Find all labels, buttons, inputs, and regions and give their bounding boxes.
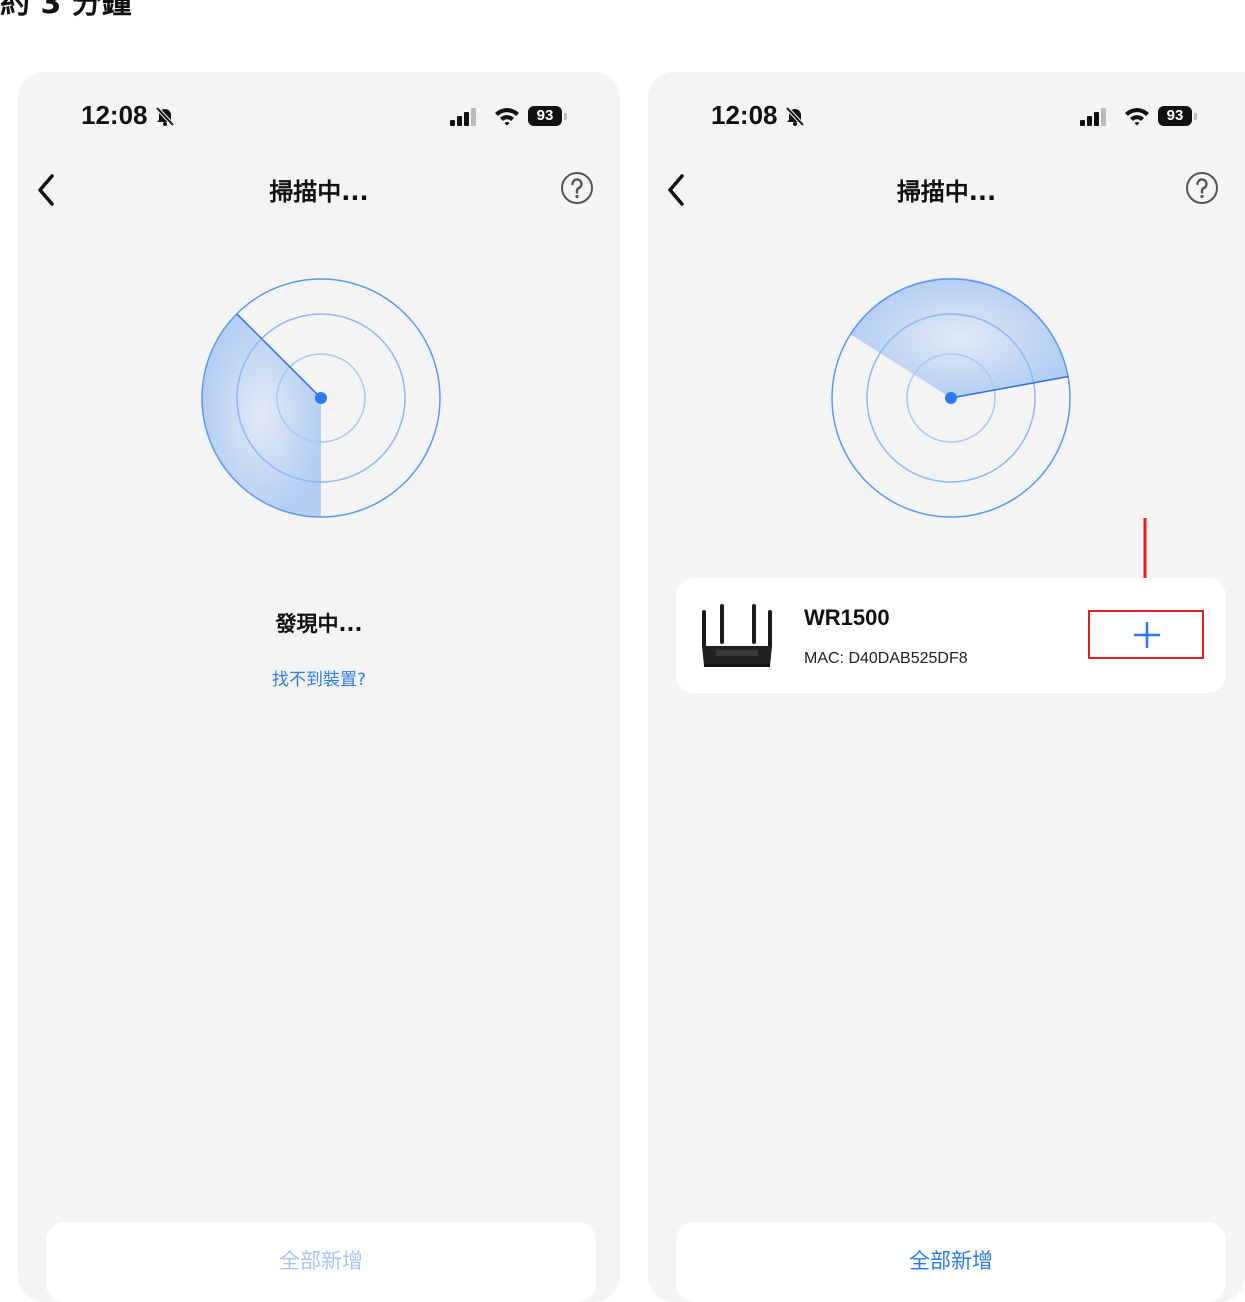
device-found-screen: 12:08 93 掃描中... WR1500 MAC: D40DAB525DF8… (648, 72, 1245, 1302)
page-caption: 約 3 分鐘 (0, 0, 132, 21)
battery-nub (564, 113, 567, 120)
question-circle-icon[interactable] (559, 170, 595, 210)
radar-sweep (202, 314, 321, 517)
status-bar: 12:08 93 (18, 100, 620, 140)
status-time: 12:08 (711, 100, 778, 130)
signal-icon (1080, 108, 1110, 130)
battery-icon: 93 (528, 106, 562, 126)
page-title: 掃描中... (896, 178, 997, 206)
router-icon (702, 604, 772, 667)
battery-nub (1194, 113, 1197, 120)
signal-icon (450, 108, 480, 130)
scan-status-text: 發現中... (275, 612, 363, 636)
radar-sweep (850, 277, 1069, 398)
device-name: WR1500 (804, 605, 890, 630)
nav-bar: 掃描中... (18, 168, 620, 212)
status-time: 12:08 (81, 100, 148, 130)
bell-slash-icon (154, 105, 176, 131)
device-mac-address: MAC: D40DAB525DF8 (804, 650, 968, 667)
scanning-screen: 12:08 93 掃描中... 發現中... 找不到裝置? 全部新增 (18, 72, 620, 1302)
radar-animation (201, 278, 441, 518)
wifi-icon (1124, 106, 1150, 130)
radar-center-dot (945, 392, 957, 404)
nav-bar: 掃描中... (648, 168, 1245, 212)
add-all-button[interactable]: 全部新增 (676, 1222, 1226, 1302)
radar-center-dot (315, 392, 327, 404)
battery-icon: 93 (1158, 106, 1192, 126)
bell-slash-icon (784, 105, 806, 131)
cannot-find-device-link[interactable]: 找不到裝置? (18, 665, 620, 690)
add-all-button[interactable]: 全部新增 (46, 1222, 596, 1302)
question-circle-icon[interactable] (1184, 170, 1220, 210)
radar-animation (831, 277, 1071, 518)
wifi-icon (494, 106, 520, 130)
status-bar: 12:08 93 (648, 100, 1245, 140)
device-card[interactable]: WR1500 MAC: D40DAB525DF8 (676, 578, 1226, 693)
plus-icon (1134, 622, 1160, 648)
page-title: 掃描中... (269, 178, 369, 206)
add-device-button[interactable] (1088, 610, 1204, 659)
